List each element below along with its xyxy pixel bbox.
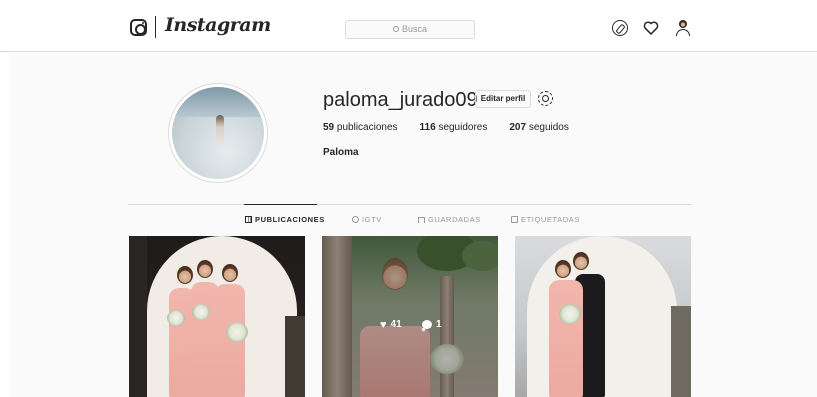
photo-shape	[226, 322, 248, 342]
profile-stats: 59 publicaciones 116 seguidores 207 segu…	[323, 122, 569, 133]
settings-gear-icon[interactable]	[538, 91, 553, 106]
avatar-sea	[172, 87, 264, 117]
posts-count: 59	[323, 122, 335, 133]
search-input[interactable]: Busca	[345, 20, 475, 39]
tab-publicaciones[interactable]: PUBLICACIONES	[245, 215, 325, 224]
following-stat[interactable]: 207 seguidos	[509, 122, 569, 133]
post-thumbnail[interactable]: ♥ 41 1	[322, 236, 498, 397]
following-label: seguidos	[528, 122, 569, 133]
search-icon	[392, 26, 399, 32]
person-head-shape	[679, 20, 687, 28]
photo-shape	[285, 316, 305, 397]
active-tab-indicator	[244, 204, 317, 205]
tag-icon	[511, 216, 518, 223]
post-comments: 1	[422, 319, 442, 330]
heart-filled-icon: ♥	[380, 318, 387, 331]
posts-stat: 59 publicaciones	[323, 122, 398, 133]
photo-shape	[197, 260, 213, 278]
photo-shape	[671, 306, 691, 397]
instagram-wordmark[interactable]: Instagram	[165, 14, 271, 36]
followers-count: 116	[419, 122, 436, 133]
post-hover-overlay	[322, 236, 498, 397]
tab-label: PUBLICACIONES	[255, 215, 325, 224]
profile-full-name: Paloma	[323, 147, 359, 158]
instagram-glyph-icon[interactable]	[130, 19, 147, 36]
tab-etiquetadas[interactable]: ETIQUETADAS	[511, 215, 580, 224]
tab-guardadas[interactable]: GUARDADAS	[418, 215, 481, 224]
person-icon[interactable]	[675, 20, 691, 36]
instagram-profile-page: Instagram Busca paloma_jurado09 Editar p…	[0, 0, 817, 397]
edit-profile-button[interactable]: Editar perfil	[475, 90, 531, 108]
post-thumbnail[interactable]	[129, 236, 305, 397]
avatar[interactable]	[172, 87, 264, 179]
followers-label: seguidores	[438, 122, 488, 133]
photo-shape	[129, 236, 147, 397]
igtv-icon	[352, 216, 359, 223]
search-placeholder: Busca	[401, 24, 427, 34]
compass-icon[interactable]	[612, 20, 628, 36]
photo-shape	[549, 280, 583, 397]
comment-bubble-icon	[422, 320, 432, 329]
photo-shape	[559, 304, 581, 324]
posts-label: publicaciones	[336, 122, 398, 133]
avatar-figure	[216, 115, 224, 145]
post-thumbnail[interactable]	[515, 236, 691, 397]
tab-label: ETIQUETADAS	[521, 215, 580, 224]
tab-label: GUARDADAS	[428, 215, 481, 224]
profile-username: paloma_jurado09	[323, 89, 478, 111]
photo-shape	[222, 264, 238, 282]
tab-igtv[interactable]: IGTV	[352, 215, 382, 224]
tab-label: IGTV	[362, 215, 382, 224]
grid-icon	[245, 216, 252, 223]
heart-icon[interactable]	[643, 20, 659, 36]
photo-shape	[573, 252, 589, 270]
photo-shape	[555, 260, 571, 278]
post-likes: ♥ 41	[380, 319, 402, 330]
photo-shape	[177, 266, 193, 284]
photo-shape	[192, 304, 210, 320]
comments-count: 1	[436, 319, 442, 330]
bookmark-icon	[418, 216, 425, 223]
top-navbar: Instagram Busca	[0, 0, 817, 52]
likes-count: 41	[390, 319, 402, 330]
photo-shape	[167, 310, 185, 326]
followers-stat[interactable]: 116 seguidores	[420, 122, 488, 133]
following-count: 207	[509, 122, 527, 133]
person-body-shape	[676, 29, 690, 36]
logo-divider	[155, 16, 156, 38]
tabs-divider	[128, 204, 691, 205]
